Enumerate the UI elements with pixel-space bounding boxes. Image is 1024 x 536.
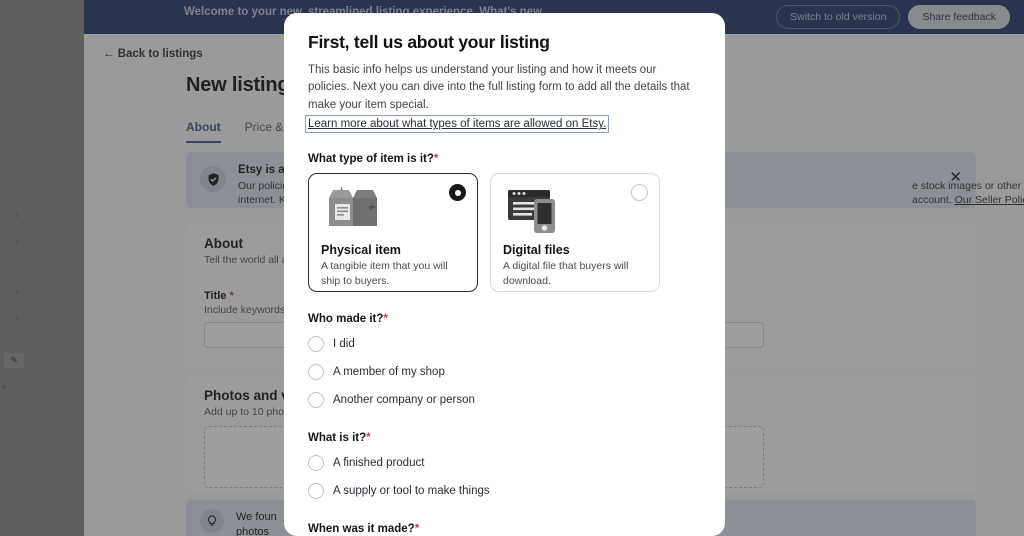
who-made-it-options: I did A member of my shop Another compan… xyxy=(308,333,701,411)
who-made-it-option-i-did[interactable]: I did xyxy=(308,333,701,355)
when-was-it-made-label: When was it made?* xyxy=(308,523,420,536)
what-is-it-option-supply-or-tool[interactable]: A supply or tool to make things xyxy=(308,480,701,502)
what-is-it-options: A finished product A supply or tool to m… xyxy=(308,452,701,502)
screen: › › › › ✎ » ← Back to listings New listi… xyxy=(0,0,1024,536)
radio-icon[interactable] xyxy=(308,483,324,500)
modal-title: First, tell us about your listing xyxy=(308,32,550,52)
item-type-physical-card[interactable]: Physical item A tangible item that you w… xyxy=(308,173,478,293)
package-box-icon xyxy=(321,184,465,236)
physical-item-description: A tangible item that you will ship to bu… xyxy=(321,260,448,288)
radio-label: A supply or tool to make things xyxy=(333,485,490,498)
what-is-it-label: What is it?* xyxy=(308,432,371,445)
who-made-it-option-shop-member[interactable]: A member of my shop xyxy=(308,361,701,383)
who-made-it-option-another-company[interactable]: Another company or person xyxy=(308,389,701,411)
radio-icon[interactable] xyxy=(308,455,324,472)
modal-description: This basic info helps us understand your… xyxy=(308,62,701,114)
item-type-label: What type of item is it?* xyxy=(308,153,439,166)
item-type-options: Physical item A tangible item that you w… xyxy=(308,173,701,293)
digital-files-name: Digital files xyxy=(503,243,570,258)
radio-label: A member of my shop xyxy=(333,366,445,379)
radio-label: A finished product xyxy=(333,457,425,470)
radio-icon[interactable] xyxy=(308,392,324,409)
who-made-it-label: Who made it?* xyxy=(308,313,388,326)
radio-icon[interactable] xyxy=(308,364,324,381)
what-is-it-option-finished-product[interactable]: A finished product xyxy=(308,452,701,474)
radio-label: I did xyxy=(333,338,355,351)
digital-download-icon xyxy=(503,184,647,236)
radio-label: Another company or person xyxy=(333,394,475,407)
digital-files-description: A digital file that buyers will download… xyxy=(503,260,629,288)
physical-item-name: Physical item xyxy=(321,243,401,258)
listing-setup-modal: First, tell us about your listing This b… xyxy=(284,13,725,536)
learn-more-link[interactable]: Learn more about what types of items are… xyxy=(304,115,610,134)
item-type-digital-card[interactable]: Digital files A digital file that buyers… xyxy=(490,173,660,293)
radio-icon[interactable] xyxy=(308,336,324,353)
